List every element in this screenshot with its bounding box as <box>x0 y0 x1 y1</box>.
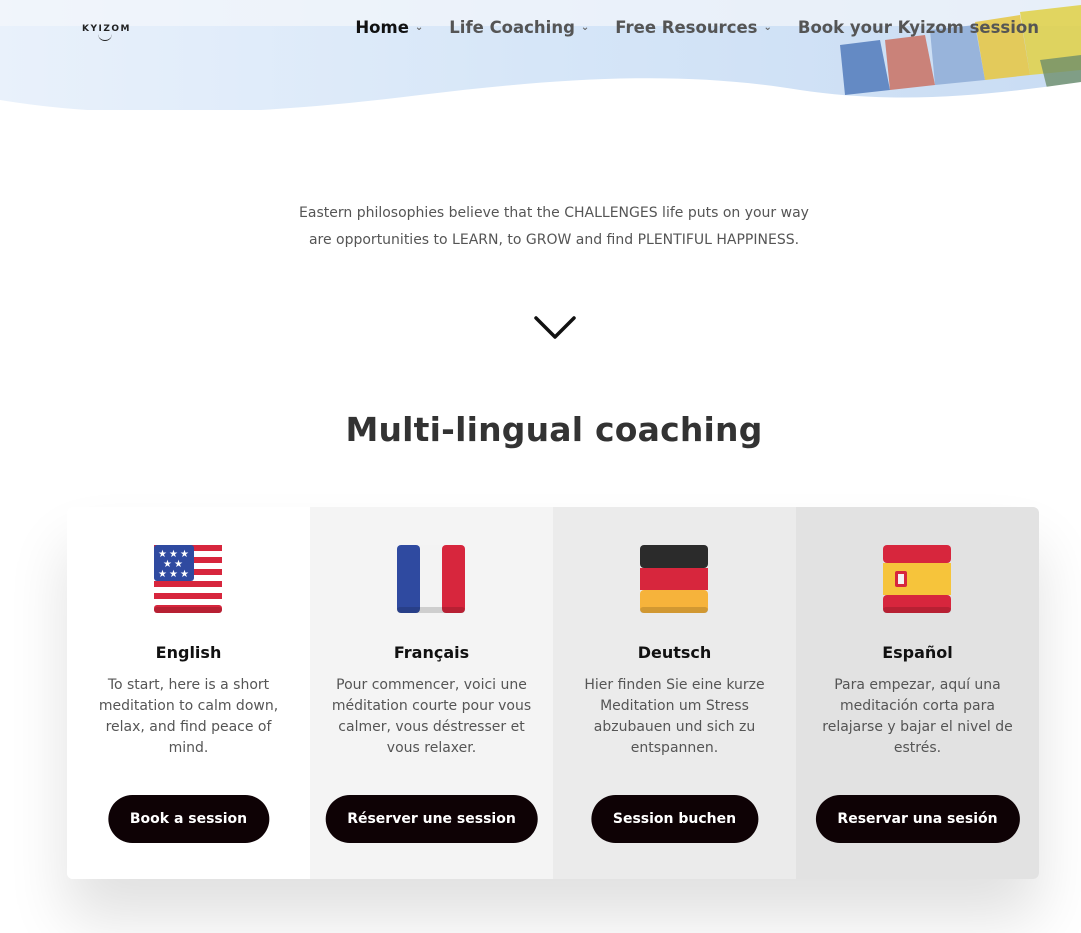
card-espanol-title: Español <box>882 643 953 662</box>
card-english-title: English <box>155 643 222 662</box>
intro-line-1: Eastern philosophies believe that the CH… <box>299 205 809 221</box>
nav-life-coaching-label: Life Coaching <box>449 18 575 37</box>
intro-line-2: are opportunities to LEARN, to GROW and … <box>308 232 800 248</box>
card-english: ★ ★ ★ ★ ★ ★ ★ ★ English To start, here is a s… <box>67 507 310 879</box>
chevron-down-icon: ⌄ <box>580 22 590 33</box>
intro-text: Eastern philosophies believe that the CH… <box>0 200 1081 254</box>
card-espanol-description: Para empezar, aquí una meditación corta … <box>822 677 1013 756</box>
spain-flag-icon <box>883 545 951 613</box>
book-session-button[interactable]: Book a session <box>107 795 270 843</box>
chevron-down-icon: ⌄ <box>763 22 772 33</box>
section-title: Multi-lingual coaching <box>345 410 763 449</box>
svg-text:★: ★ <box>180 569 189 580</box>
nav-home-label: Home <box>355 18 409 37</box>
usa-flag-icon: ★ ★ ★ ★ ★ ★ ★ ★ <box>154 545 222 613</box>
svg-text:★: ★ <box>158 569 167 580</box>
france-flag-icon <box>397 545 465 613</box>
reserver-session-button[interactable]: Réserver une session <box>325 795 538 843</box>
nav-book-session[interactable]: Book your Kyizom session <box>798 18 1039 37</box>
card-francais-description: Pour commencer, voici une méditation cou… <box>331 677 532 756</box>
card-deutsch: Deutsch Hier finden Sie eine kurze Medit… <box>553 507 796 879</box>
nav-life-coaching[interactable]: Life Coaching ⌄ <box>449 18 589 37</box>
nav-home[interactable]: Home ⌄ <box>355 18 423 37</box>
chevron-down-icon: ⌄ <box>414 22 424 33</box>
card-deutsch-description: Hier finden Sie eine kurze Meditation um… <box>584 677 765 756</box>
nav-free-resources[interactable]: Free Resources ⌄ <box>615 18 772 37</box>
card-espanol: Español Para empezar, aquí una meditació… <box>796 507 1039 879</box>
session-buchen-button[interactable]: Session buchen <box>590 795 759 843</box>
card-deutsch-title: Deutsch <box>637 643 712 662</box>
card-francais-title: Français <box>393 643 470 662</box>
hero-banner: KYIZOM Home ⌄ Life Coaching ⌄ Free Resou… <box>0 0 1081 130</box>
svg-text:★: ★ <box>169 569 178 580</box>
site-logo[interactable]: KYIZOM <box>82 24 131 41</box>
logo-smile-icon <box>98 34 112 41</box>
reservar-sesion-button[interactable]: Reservar una sesión <box>815 795 1020 843</box>
language-cards: ★ ★ ★ ★ ★ ★ ★ ★ English To start, here is a s… <box>67 507 1039 879</box>
germany-flag-icon <box>640 545 708 613</box>
scroll-down-arrow-icon[interactable] <box>533 314 577 342</box>
nav-book-session-label: Book your Kyizom session <box>797 18 1039 37</box>
nav-free-resources-label: Free Resources <box>615 18 758 37</box>
card-english-description: To start, here is a short meditation to … <box>98 677 279 756</box>
card-francais: Français Pour commencer, voici une médit… <box>310 507 553 879</box>
logo-text: KYIZOM <box>82 24 131 34</box>
main-navigation: Home ⌄ Life Coaching ⌄ Free Resources ⌄ … <box>355 18 1039 37</box>
